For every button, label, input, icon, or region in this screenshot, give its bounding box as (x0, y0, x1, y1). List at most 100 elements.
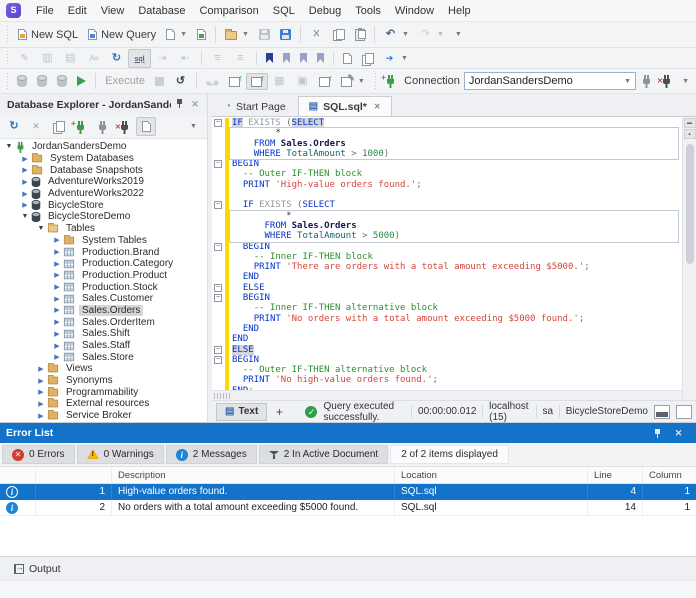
code-line[interactable]: PRINT 'No orders with a total amount exc… (232, 314, 682, 324)
error-list-row[interactable]: 2No orders with a total amount exceeding… (0, 500, 696, 516)
copy-button[interactable] (328, 26, 350, 44)
horizontal-scrollbar[interactable] (212, 390, 682, 400)
expand-arrow[interactable]: ▶ (52, 318, 62, 326)
pin-icon[interactable] (171, 98, 187, 112)
tree-item-sales-store[interactable]: ▶Sales.Store (0, 351, 207, 363)
pivot-table-button[interactable] (268, 72, 291, 91)
sql-editor[interactable]: −−−−−−−− IF EXISTS (SELECT * FROM Sales.… (212, 117, 682, 390)
tree-item-production-stock[interactable]: ▶Production.Stock (0, 281, 207, 293)
go-to-button[interactable]: ▼ (378, 49, 413, 68)
explorer-options-button[interactable]: ▼ (183, 117, 203, 136)
expand-arrow[interactable]: ▶ (36, 377, 46, 385)
toolbar-options-button[interactable]: ▼ (676, 75, 694, 88)
data-report-button[interactable] (291, 72, 314, 91)
change-case-button[interactable] (82, 49, 105, 68)
sql-formatter-button[interactable] (128, 49, 151, 68)
disconnect-button[interactable]: ✕ (114, 117, 134, 136)
code-line[interactable]: -- Outer IF-THEN block (232, 169, 682, 179)
check-syntax-button[interactable] (13, 49, 36, 68)
disconnect-button[interactable]: ✕ (656, 72, 676, 90)
tree-item-programmability[interactable]: ▶Programmability (0, 386, 207, 398)
expand-arrow[interactable]: ▶ (52, 283, 62, 291)
import-data-button[interactable] (224, 73, 246, 90)
refresh-code-button[interactable] (105, 49, 128, 68)
expand-arrow[interactable]: ▶ (20, 190, 30, 198)
new-sql-button[interactable]: New SQL (13, 26, 83, 44)
filter-active-document[interactable]: 2 In Active Document (259, 445, 389, 464)
fold-marker[interactable]: − (214, 284, 222, 292)
code-line[interactable]: ELSE (232, 345, 682, 355)
comment-button[interactable] (206, 49, 229, 68)
code-line[interactable]: PRINT 'No high-value orders found.'; (232, 375, 682, 385)
snippet-button[interactable] (36, 49, 59, 68)
close-icon[interactable] (667, 424, 690, 443)
code-line[interactable]: ELSE (232, 283, 682, 293)
code-line[interactable]: FROM Sales.Orders (232, 221, 682, 231)
code-line[interactable]: -- Inner IF-THEN block (232, 252, 682, 262)
tree-item-database-snapshots[interactable]: ▶Database Snapshots (0, 164, 207, 176)
splitter-button-top[interactable]: ▬ (684, 118, 696, 128)
fold-marker[interactable]: − (214, 294, 222, 302)
tree-item-adventureworks2022[interactable]: ▶AdventureWorks2022 (0, 188, 207, 200)
expand-arrow[interactable]: ▶ (36, 365, 46, 373)
expand-arrow[interactable]: ▶ (52, 330, 62, 338)
code-line[interactable]: -- Inner IF-THEN alternative block (232, 303, 682, 313)
connect-button[interactable] (92, 117, 112, 136)
menu-edit[interactable]: Edit (61, 2, 94, 20)
fold-marker[interactable]: − (214, 243, 222, 251)
tree-item-system-tables[interactable]: ▶System Tables (0, 235, 207, 247)
data-editor-button[interactable]: ▼ (336, 73, 370, 90)
code-line[interactable]: BEGIN (232, 159, 682, 169)
tab-output[interactable]: Output (8, 561, 67, 577)
vertical-scrollbar[interactable]: ▬ ▴ (682, 117, 696, 400)
text-view-tab[interactable]: ▤ Text (216, 403, 267, 421)
menu-tools[interactable]: Tools (348, 2, 388, 20)
tree-item-system-databases[interactable]: ▶System Databases (0, 153, 207, 165)
code-line[interactable]: END (232, 334, 682, 344)
tree-item-external-resources[interactable]: ▶External resources (0, 398, 207, 410)
code-line[interactable]: * (232, 128, 682, 138)
redo-button[interactable]: ▼ (414, 25, 449, 44)
expand-arrow[interactable]: ▶ (52, 260, 62, 268)
tree-item-sales-orders[interactable]: ▶Sales.Orders (0, 305, 207, 317)
scrollbar-thumb[interactable] (686, 144, 694, 264)
tree-item-jordansandersdemo[interactable]: ▼JordanSandersDemo (0, 141, 207, 153)
code-line[interactable]: END (232, 324, 682, 334)
tree-item-tables[interactable]: ▼Tables (0, 223, 207, 235)
code-line[interactable]: -- Outer IF-THEN alternative block (232, 365, 682, 375)
code-line[interactable]: IF EXISTS (SELECT (232, 200, 682, 210)
stop-button[interactable] (150, 74, 169, 89)
fold-marker[interactable]: − (214, 356, 222, 364)
tab-start-page[interactable]: ◔ Start Page (214, 96, 297, 116)
filter-warnings[interactable]: 0 Warnings (77, 445, 164, 464)
tree-item-production-category[interactable]: ▶Production.Category (0, 258, 207, 270)
undo-button[interactable]: ▼ (379, 25, 414, 44)
new-connection-button[interactable]: + (70, 117, 90, 136)
pin-icon[interactable] (648, 425, 667, 442)
fold-marker[interactable]: − (214, 160, 222, 168)
tree-item-sales-customer[interactable]: ▶Sales.Customer (0, 293, 207, 305)
new-connection-doc-button[interactable] (192, 26, 211, 43)
tree-item-synonyms[interactable]: ▶Synonyms (0, 375, 207, 387)
code-line[interactable]: BEGIN (232, 355, 682, 365)
code-line[interactable]: END; (232, 386, 682, 390)
refresh-button[interactable] (4, 117, 24, 136)
code-line[interactable]: BEGIN (232, 242, 682, 252)
code-line[interactable]: PRINT 'High-value orders found.'; (232, 180, 682, 190)
delete-button[interactable] (26, 117, 46, 136)
tree-item-sales-shift[interactable]: ▶Sales.Shift (0, 328, 207, 340)
fold-marker[interactable]: − (214, 346, 222, 354)
fold-marker[interactable]: − (214, 201, 222, 209)
menu-comparison[interactable]: Comparison (192, 2, 265, 20)
expand-arrow[interactable]: ▶ (52, 342, 62, 350)
code-line[interactable]: * (232, 211, 682, 221)
expand-arrow[interactable]: ▶ (20, 155, 30, 163)
splitter-button-bottom[interactable]: ▴ (684, 129, 696, 139)
code-line[interactable]: END (232, 272, 682, 282)
expand-arrow[interactable]: ▶ (52, 306, 62, 314)
close-tab-icon[interactable]: ✕ (374, 102, 381, 111)
tree-item-adventureworks2019[interactable]: ▶AdventureWorks2019 (0, 176, 207, 188)
tree-item-sales-orderitem[interactable]: ▶Sales.OrderItem (0, 316, 207, 328)
expand-arrow[interactable]: ▶ (36, 388, 46, 396)
toolbar-grip[interactable] (5, 51, 10, 65)
